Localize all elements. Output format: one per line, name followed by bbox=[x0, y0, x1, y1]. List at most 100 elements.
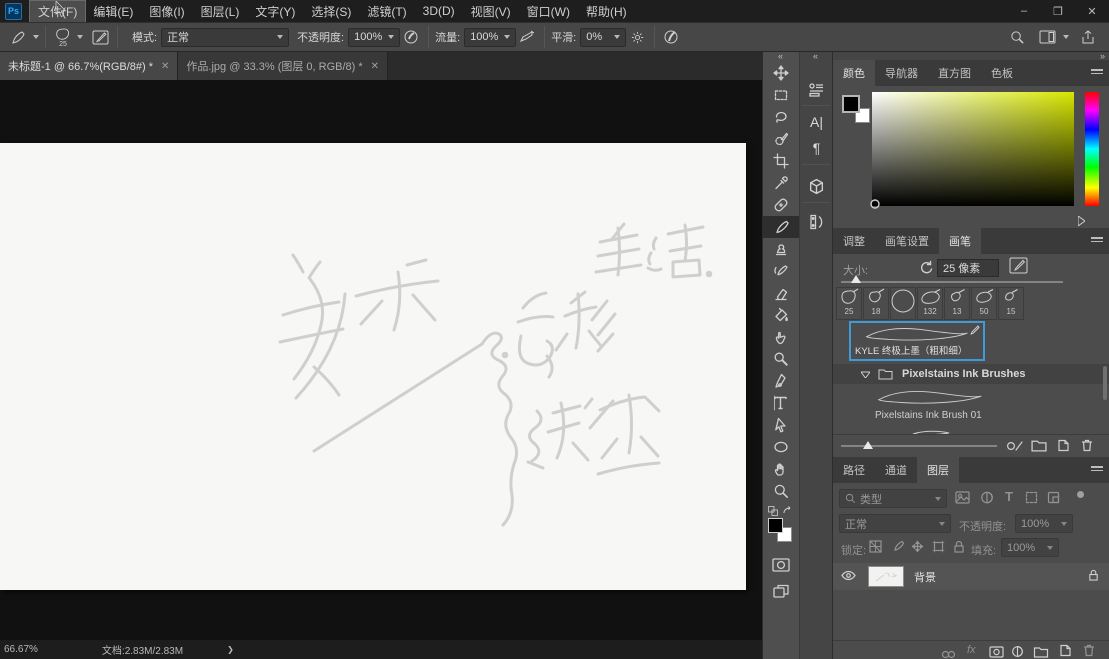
menu-select[interactable]: 选择(S) bbox=[303, 1, 359, 22]
tab-close-icon[interactable]: ✕ bbox=[371, 61, 379, 72]
zoom-tool[interactable] bbox=[763, 480, 799, 502]
blend-mode-dropdown[interactable]: 正常 bbox=[839, 514, 951, 533]
default-swap-colors[interactable] bbox=[763, 506, 799, 516]
filter-type-layers-icon[interactable]: T bbox=[1005, 489, 1013, 504]
brush-preset[interactable]: 50 bbox=[971, 287, 997, 320]
delete-layer-icon[interactable] bbox=[1083, 644, 1095, 659]
new-brush-icon[interactable] bbox=[1057, 439, 1070, 457]
brush-tool[interactable] bbox=[763, 216, 799, 238]
smoothing-gear-icon[interactable] bbox=[626, 26, 648, 48]
document-canvas[interactable] bbox=[0, 143, 746, 590]
history-brush-tool[interactable] bbox=[763, 260, 799, 282]
brush-item[interactable]: Pixelstains Ink Brush 01 bbox=[833, 384, 1109, 428]
gradient-tool[interactable] bbox=[763, 304, 799, 326]
type-tool[interactable] bbox=[763, 392, 799, 414]
reset-size-icon[interactable] bbox=[919, 260, 934, 280]
collapse-dock-icon[interactable]: « bbox=[800, 52, 832, 62]
new-group-icon[interactable] bbox=[1033, 645, 1049, 659]
flow-dropdown[interactable]: 100% bbox=[464, 28, 516, 47]
tab-close-icon[interactable]: ✕ bbox=[161, 61, 169, 72]
quick-mask-button[interactable] bbox=[763, 554, 799, 576]
brush-size-slider-thumb[interactable] bbox=[851, 275, 861, 283]
workspace-switcher-icon[interactable] bbox=[1036, 26, 1058, 48]
filter-pixel-layers-icon[interactable] bbox=[955, 491, 970, 509]
menu-image[interactable]: 图像(I) bbox=[141, 1, 192, 22]
mode-dropdown[interactable]: 正常 bbox=[161, 28, 289, 47]
tab-brushes[interactable]: 画笔 bbox=[939, 228, 981, 254]
quick-selection-tool[interactable] bbox=[763, 128, 799, 150]
collapse-toolbar-icon[interactable]: « bbox=[763, 52, 799, 62]
filter-smart-objects-icon[interactable] bbox=[1047, 491, 1060, 509]
filter-adjustment-layers-icon[interactable] bbox=[980, 491, 994, 509]
tab-histogram[interactable]: 直方图 bbox=[928, 60, 981, 86]
pressure-opacity-icon[interactable]: svg *{stroke:#cfcfcf;fill:none} bbox=[400, 26, 422, 48]
panel-menu-icon[interactable] bbox=[1091, 466, 1103, 474]
workspace-chevron-icon[interactable] bbox=[1063, 35, 1069, 39]
shape-tool[interactable] bbox=[763, 436, 799, 458]
layer-opacity-dropdown[interactable]: 100% bbox=[1015, 514, 1073, 533]
brush-preset[interactable]: 18 bbox=[863, 287, 889, 320]
canvas-workspace[interactable] bbox=[0, 80, 762, 640]
tab-layers[interactable]: 图层 bbox=[917, 457, 959, 483]
selected-brush-tile[interactable]: KYLE 终极上墨（粗和细） bbox=[849, 321, 985, 361]
spot-healing-tool[interactable] bbox=[763, 194, 799, 216]
pen-tool[interactable] bbox=[763, 370, 799, 392]
layer-thumbnail[interactable] bbox=[868, 566, 904, 587]
lasso-tool[interactable] bbox=[763, 106, 799, 128]
hue-slider[interactable] bbox=[1085, 92, 1099, 206]
menu-window[interactable]: 窗口(W) bbox=[519, 1, 578, 22]
stroke-preview-slider-thumb[interactable] bbox=[863, 441, 873, 449]
foreground-color-swatch[interactable] bbox=[768, 518, 783, 533]
crop-tool[interactable] bbox=[763, 150, 799, 172]
menu-help[interactable]: 帮助(H) bbox=[578, 1, 635, 22]
character-panel-icon[interactable]: A| bbox=[800, 109, 833, 135]
layer-styles-fx-icon[interactable]: fx bbox=[967, 644, 976, 656]
brush-folder-row[interactable]: Pixelstains Ink Brushes bbox=[833, 364, 1109, 384]
layer-row-background[interactable]: 背景 bbox=[833, 563, 1109, 590]
tab-brush-settings[interactable]: 画笔设置 bbox=[875, 228, 939, 254]
new-layer-icon[interactable] bbox=[1059, 644, 1072, 659]
tab-paths[interactable]: 路径 bbox=[833, 457, 875, 483]
tab-swatches[interactable]: 色板 bbox=[981, 60, 1023, 86]
new-brush-group-icon[interactable] bbox=[1031, 439, 1047, 457]
document-tab-artwork[interactable]: 作品.jpg @ 33.3% (图层 0, RGB/8) * ✕ bbox=[178, 52, 388, 80]
brush-preset[interactable] bbox=[890, 287, 916, 320]
tab-navigator[interactable]: 导航器 bbox=[875, 60, 928, 86]
dodge-tool[interactable] bbox=[763, 348, 799, 370]
search-icon[interactable] bbox=[1006, 26, 1028, 48]
tab-channels[interactable]: 通道 bbox=[875, 457, 917, 483]
hue-slider-pointer[interactable] bbox=[1078, 216, 1085, 226]
close-button[interactable]: ✕ bbox=[1075, 0, 1109, 22]
panel-foreground-swatch[interactable] bbox=[842, 95, 860, 113]
brush-preset[interactable]: 132 bbox=[917, 287, 943, 320]
filter-shape-layers-icon[interactable] bbox=[1025, 491, 1038, 509]
tab-color[interactable]: 颜色 bbox=[833, 60, 875, 86]
panel-fg-bg-swatches[interactable] bbox=[842, 95, 876, 129]
edit-brush-icon[interactable] bbox=[970, 325, 980, 335]
lock-transparent-icon[interactable] bbox=[869, 540, 882, 558]
layer-filter-dropdown[interactable]: 类型 bbox=[839, 489, 947, 508]
zoom-level[interactable]: 66.67% bbox=[4, 644, 38, 655]
brush-size-slider[interactable] bbox=[841, 281, 1063, 283]
eyedropper-tool[interactable] bbox=[763, 172, 799, 194]
filter-toggle-dot[interactable] bbox=[1077, 491, 1084, 498]
saturation-brightness-field[interactable] bbox=[872, 92, 1074, 206]
smudge-tool[interactable] bbox=[763, 326, 799, 348]
menu-3d[interactable]: 3D(D) bbox=[415, 2, 463, 20]
menu-type[interactable]: 文字(Y) bbox=[247, 1, 303, 22]
add-layer-mask-icon[interactable] bbox=[989, 645, 1004, 659]
new-adjustment-layer-icon[interactable] bbox=[1011, 645, 1024, 659]
brush-size-input[interactable]: 25 像素 bbox=[937, 259, 999, 277]
delete-brush-icon[interactable] bbox=[1081, 439, 1093, 457]
lock-artboard-icon[interactable] bbox=[932, 540, 945, 558]
brush-preset[interactable]: 15 bbox=[998, 287, 1024, 320]
lock-position-icon[interactable] bbox=[911, 540, 924, 558]
status-expand-icon[interactable]: ❯ bbox=[227, 645, 234, 654]
brushes-scrollbar[interactable] bbox=[1103, 366, 1107, 400]
tool-preset-chevron-icon[interactable] bbox=[33, 35, 39, 39]
smoothing-dropdown[interactable]: 0% bbox=[580, 28, 626, 47]
hand-tool[interactable] bbox=[763, 458, 799, 480]
timeline-panel-icon[interactable] bbox=[800, 209, 833, 235]
document-tab-untitled[interactable]: 未标题-1 @ 66.7%(RGB/8#) * ✕ bbox=[0, 52, 178, 80]
eraser-tool[interactable] bbox=[763, 282, 799, 304]
